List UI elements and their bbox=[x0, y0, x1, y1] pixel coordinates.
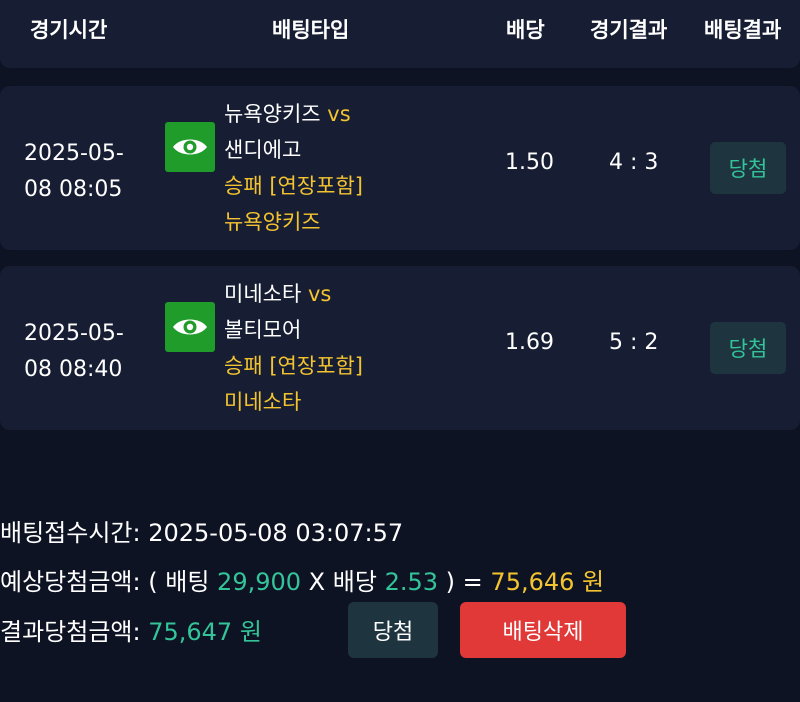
eye-icon bbox=[173, 319, 207, 335]
odds-value: 1.69 bbox=[505, 330, 554, 355]
away-team: 볼티모어 bbox=[224, 318, 302, 342]
game-time: 2025-05- 08 08:05 bbox=[24, 141, 124, 202]
total-odds: 2.53 bbox=[384, 568, 439, 596]
market-type: 승패 [연장포함] bbox=[224, 354, 363, 378]
odds-value: 1.50 bbox=[505, 150, 554, 175]
result-payout-line: 결과당첨금액: 75,647 원 bbox=[0, 612, 262, 647]
expected-currency: 원 bbox=[582, 568, 605, 596]
received-time-line: 배팅접수시간: 2025-05-08 03:07:57 bbox=[0, 513, 403, 548]
bet-pick: 뉴욕양키즈 bbox=[224, 210, 321, 234]
delete-bet-button[interactable]: 배팅삭제 bbox=[460, 602, 626, 658]
header-odds: 배당 bbox=[506, 18, 545, 42]
bet-pick: 미네소타 bbox=[224, 390, 302, 414]
table-header: 경기시간 배팅타입 배당 경기결과 배팅결과 bbox=[0, 0, 800, 68]
expected-payout-line: 예상당첨금액: ( 배팅 29,900 X 배당 2.53 ) = 75,646… bbox=[0, 568, 605, 596]
bet-details: 뉴욕양키즈 vs 샌디에고 승패 [연장포함] 뉴욕양키즈 bbox=[224, 96, 363, 240]
bet-row: 2025-05- 08 08:40 미네소타 vs 볼티모어 승패 [연장포함]… bbox=[0, 266, 800, 430]
result-amount: 75,647 bbox=[148, 618, 233, 646]
market-type: 승패 [연장포함] bbox=[224, 174, 363, 198]
away-team: 샌디에고 bbox=[224, 138, 302, 162]
header-bet-result: 배팅결과 bbox=[704, 18, 782, 42]
bet-details: 미네소타 vs 볼티모어 승패 [연장포함] 미네소타 bbox=[224, 276, 363, 420]
bet-result-badge: 당첨 bbox=[710, 322, 786, 374]
matchup-line: 미네소타 vs bbox=[224, 282, 332, 306]
game-score: 5 : 2 bbox=[609, 330, 659, 355]
game-time: 2025-05- 08 08:40 bbox=[24, 321, 124, 382]
view-button[interactable] bbox=[165, 122, 215, 172]
view-button[interactable] bbox=[165, 302, 215, 352]
header-game-result: 경기결과 bbox=[590, 18, 668, 42]
result-payout-label: 결과당첨금액: bbox=[0, 618, 141, 646]
result-currency: 원 bbox=[239, 618, 262, 646]
expected-payout-label: 예상당첨금액: bbox=[0, 568, 141, 596]
bet-row: 2025-05- 08 08:05 뉴욕양키즈 vs 샌디에고 승패 [연장포함… bbox=[0, 86, 800, 250]
received-time-value: 2025-05-08 03:07:57 bbox=[148, 519, 404, 547]
received-time-label: 배팅접수시간: bbox=[0, 519, 141, 547]
game-score: 4 : 3 bbox=[609, 150, 659, 175]
win-status-button[interactable]: 당첨 bbox=[348, 602, 438, 658]
header-game-time: 경기시간 bbox=[30, 18, 108, 42]
expected-amount: 75,646 bbox=[490, 568, 575, 596]
bet-result-badge: 당첨 bbox=[710, 142, 786, 194]
eye-icon bbox=[173, 139, 207, 155]
header-bet-type: 배팅타입 bbox=[272, 18, 350, 42]
bet-amount: 29,900 bbox=[217, 568, 302, 596]
matchup-line: 뉴욕양키즈 vs bbox=[224, 102, 351, 126]
